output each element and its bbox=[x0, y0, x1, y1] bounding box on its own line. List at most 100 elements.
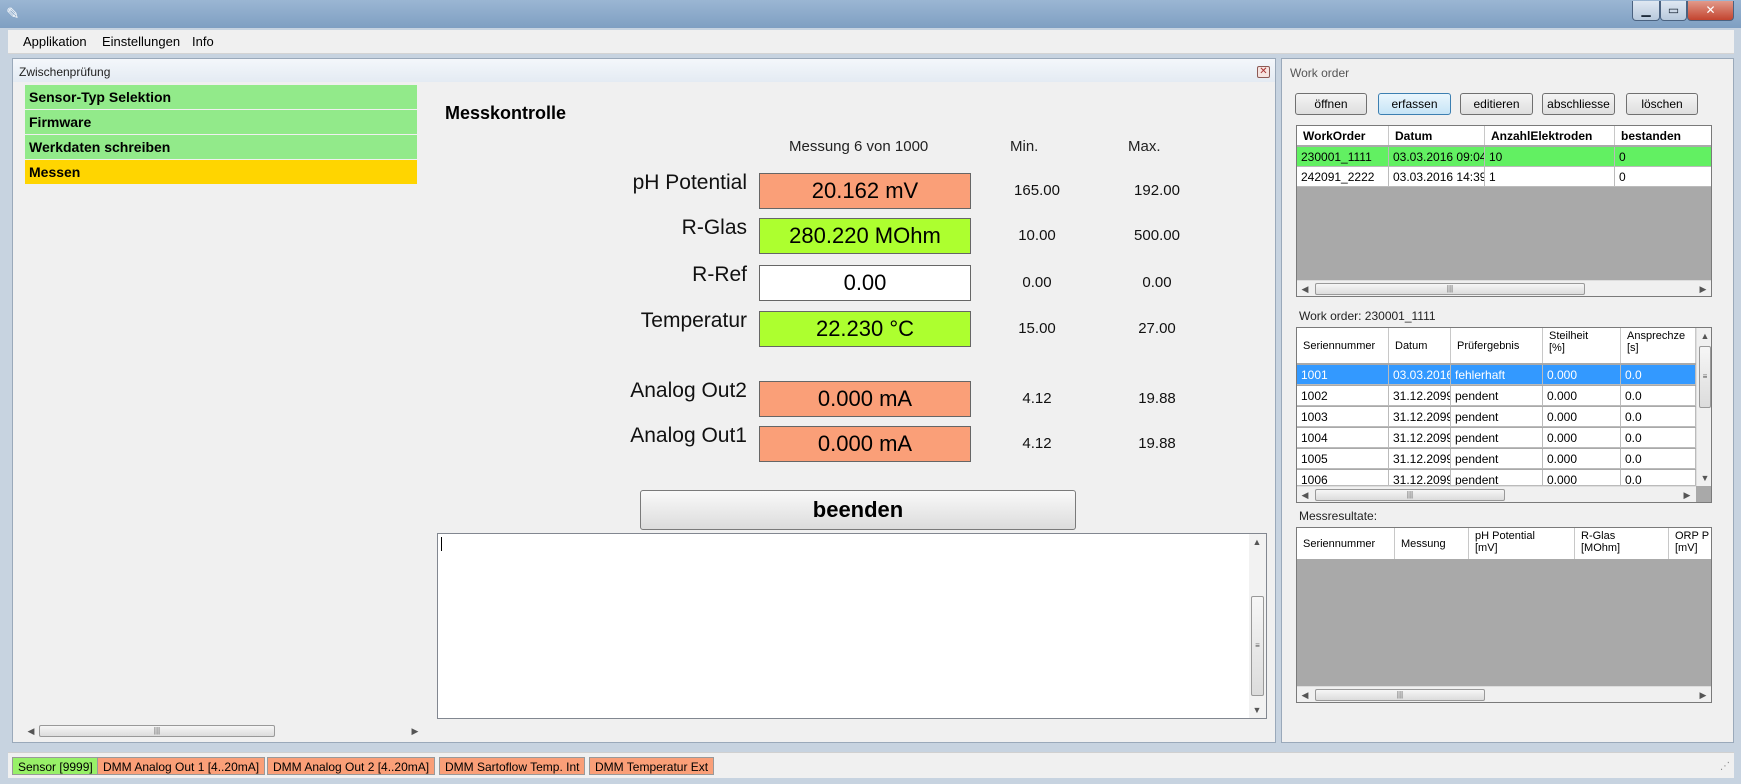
status-sensor: Sensor [9999] bbox=[12, 757, 99, 775]
cell-workorder: 230001_1111 bbox=[1297, 147, 1389, 167]
col-seriennummer[interactable]: Seriennummer bbox=[1297, 528, 1395, 559]
max-r-glas: 500.00 bbox=[1134, 227, 1180, 244]
scroll-thumb[interactable]: ||| bbox=[1315, 283, 1585, 295]
step-sensor-typ[interactable]: Sensor-Typ Selektion bbox=[25, 85, 417, 109]
selected-work-order-label: Work order: 230001_1111 bbox=[1299, 309, 1436, 323]
step-werkdaten[interactable]: Werkdaten schreiben bbox=[25, 135, 417, 159]
cell-datum: 03.03.2016 bbox=[1389, 365, 1451, 385]
resize-grip-icon[interactable]: ⋰ bbox=[1720, 761, 1730, 772]
measurement-counter: Messung 6 von 1000 bbox=[789, 138, 929, 155]
cell-pruefergebnis: pendent bbox=[1451, 407, 1543, 427]
cell-bestanden: 0 bbox=[1615, 147, 1711, 167]
serials-grid: Seriennummer Datum Prüfergebnis Steilhei… bbox=[1296, 327, 1712, 503]
table-row[interactable]: 1002 31.12.2099 pendent 0.000 0.0 bbox=[1297, 386, 1696, 406]
abschliessen-button[interactable]: abschliesse bbox=[1542, 93, 1615, 115]
scroll-right-icon[interactable]: ▶ bbox=[1679, 487, 1695, 502]
scroll-right-icon[interactable]: ▶ bbox=[1695, 281, 1711, 296]
oeffnen-button[interactable]: öffnen bbox=[1295, 93, 1367, 115]
max-ph-potential: 192.00 bbox=[1134, 182, 1180, 199]
col-orp-potential[interactable]: ORP P [mV] bbox=[1669, 528, 1711, 559]
panel-close-icon[interactable]: ✕ bbox=[1257, 66, 1270, 78]
results-horizontal-scrollbar[interactable]: ◀ ||| ▶ bbox=[1297, 686, 1711, 702]
step-firmware[interactable]: Firmware bbox=[25, 110, 417, 134]
menu-bar: Applikation Einstellungen Info bbox=[8, 30, 1734, 54]
text-caret bbox=[441, 537, 442, 551]
min-ph-potential: 165.00 bbox=[1014, 182, 1060, 199]
steps-horizontal-scrollbar[interactable]: ◀ ||| ▶ bbox=[23, 723, 423, 739]
row-label-analog-out1: Analog Out1 bbox=[630, 424, 747, 447]
cell-steilheit: 0.000 bbox=[1543, 449, 1621, 469]
maximize-button[interactable]: ▭ bbox=[1660, 1, 1687, 21]
workorder-horizontal-scrollbar[interactable]: ◀ ||| ▶ bbox=[1297, 280, 1711, 296]
log-textarea[interactable]: ▲ ≡ ▼ bbox=[437, 533, 1267, 719]
menu-einstellungen[interactable]: Einstellungen bbox=[102, 34, 180, 49]
col-r-glas[interactable]: R-Glas [MOhm] bbox=[1575, 528, 1669, 559]
cell-datum: 31.12.2099 bbox=[1389, 449, 1451, 469]
col-steilheit[interactable]: Steilheit [%] bbox=[1543, 328, 1621, 363]
zwischenpruefung-panel: Zwischenprüfung ✕ Sensor-Typ Selektion F… bbox=[12, 58, 1276, 743]
serials-vertical-scrollbar[interactable]: ▲ ≡ ▼ bbox=[1696, 328, 1711, 486]
table-row[interactable]: 1004 31.12.2099 pendent 0.000 0.0 bbox=[1297, 428, 1696, 448]
cell-steilheit: 0.000 bbox=[1543, 407, 1621, 427]
results-grid-header: Seriennummer Messung pH Potential [mV] R… bbox=[1297, 528, 1711, 560]
scroll-thumb[interactable]: ||| bbox=[39, 725, 275, 737]
log-vertical-scrollbar[interactable]: ▲ ≡ ▼ bbox=[1249, 534, 1266, 718]
scroll-thumb[interactable]: ||| bbox=[1315, 489, 1505, 501]
col-bestanden[interactable]: bestanden bbox=[1615, 126, 1711, 145]
scroll-thumb[interactable]: ≡ bbox=[1699, 346, 1711, 408]
col-datum[interactable]: Datum bbox=[1389, 328, 1451, 363]
scroll-thumb[interactable]: ≡ bbox=[1251, 596, 1264, 696]
row-label-ph-potential: pH Potential bbox=[632, 171, 747, 194]
editieren-button[interactable]: editieren bbox=[1460, 93, 1533, 115]
col-messung[interactable]: Messung bbox=[1395, 528, 1469, 559]
erfassen-button[interactable]: erfassen bbox=[1378, 93, 1451, 115]
close-button[interactable]: ✕ bbox=[1687, 1, 1734, 21]
table-row[interactable]: 1001 03.03.2016 fehlerhaft 0.000 0.0 bbox=[1297, 365, 1696, 385]
cell-seriennummer: 1006 bbox=[1297, 470, 1389, 486]
scroll-right-icon[interactable]: ▶ bbox=[1695, 687, 1711, 702]
col-pruefergebnis[interactable]: Prüfergebnis bbox=[1451, 328, 1543, 363]
scroll-left-icon[interactable]: ◀ bbox=[1297, 687, 1313, 702]
min-r-glas: 10.00 bbox=[1018, 227, 1056, 244]
cell-pruefergebnis: pendent bbox=[1451, 386, 1543, 406]
cell-pruefergebnis: pendent bbox=[1451, 428, 1543, 448]
cell-bestanden: 0 bbox=[1615, 167, 1711, 187]
scroll-left-icon[interactable]: ◀ bbox=[1297, 487, 1313, 502]
scroll-up-icon[interactable]: ▲ bbox=[1249, 534, 1265, 550]
minimize-button[interactable]: ▁ bbox=[1632, 1, 1660, 21]
table-row[interactable]: 242091_2222 03.03.2016 14:39 1 0 bbox=[1297, 167, 1711, 187]
beenden-button[interactable]: beenden bbox=[640, 490, 1076, 530]
col-ph-potential[interactable]: pH Potential [mV] bbox=[1469, 528, 1575, 559]
col-seriennummer[interactable]: Seriennummer bbox=[1297, 328, 1389, 363]
scroll-down-icon[interactable]: ▼ bbox=[1697, 470, 1711, 486]
table-row[interactable]: 1006 31.12.2099 pendent 0.000 0.0 bbox=[1297, 470, 1696, 486]
value-ph-potential: 20.162 mV bbox=[759, 173, 971, 209]
cell-ansprechzeit: 0.0 bbox=[1621, 365, 1696, 385]
loeschen-button[interactable]: löschen bbox=[1626, 93, 1698, 115]
table-row[interactable]: 230001_1111 03.03.2016 09:04 10 0 bbox=[1297, 147, 1711, 167]
cell-datum: 31.12.2099 bbox=[1389, 470, 1451, 486]
step-messen[interactable]: Messen bbox=[25, 160, 417, 184]
col-workorder[interactable]: WorkOrder bbox=[1297, 126, 1389, 145]
cell-datum: 31.12.2099 bbox=[1389, 428, 1451, 448]
cell-workorder: 242091_2222 bbox=[1297, 167, 1389, 187]
cell-steilheit: 0.000 bbox=[1543, 386, 1621, 406]
scroll-right-icon[interactable]: ▶ bbox=[407, 723, 423, 739]
col-datum[interactable]: Datum bbox=[1389, 126, 1485, 145]
menu-applikation[interactable]: Applikation bbox=[23, 34, 87, 49]
table-row[interactable]: 1005 31.12.2099 pendent 0.000 0.0 bbox=[1297, 449, 1696, 469]
scroll-left-icon[interactable]: ◀ bbox=[1297, 281, 1313, 296]
col-ansprechzeit[interactable]: Ansprechze [s] bbox=[1621, 328, 1696, 363]
scroll-up-icon[interactable]: ▲ bbox=[1697, 328, 1711, 344]
menu-info[interactable]: Info bbox=[192, 34, 214, 49]
scroll-thumb[interactable]: ||| bbox=[1315, 689, 1485, 701]
workorder-grid: WorkOrder Datum AnzahlElektroden bestand… bbox=[1296, 125, 1712, 297]
value-analog-out2: 0.000 mA bbox=[759, 381, 971, 417]
cell-ansprechzeit: 0.0 bbox=[1621, 386, 1696, 406]
scroll-down-icon[interactable]: ▼ bbox=[1249, 702, 1265, 718]
serials-horizontal-scrollbar[interactable]: ◀ ||| ▶ bbox=[1297, 486, 1696, 502]
table-row[interactable]: 1003 31.12.2099 pendent 0.000 0.0 bbox=[1297, 407, 1696, 427]
scroll-left-icon[interactable]: ◀ bbox=[23, 723, 39, 739]
col-anzahl-elektroden[interactable]: AnzahlElektroden bbox=[1485, 126, 1615, 145]
cell-seriennummer: 1003 bbox=[1297, 407, 1389, 427]
